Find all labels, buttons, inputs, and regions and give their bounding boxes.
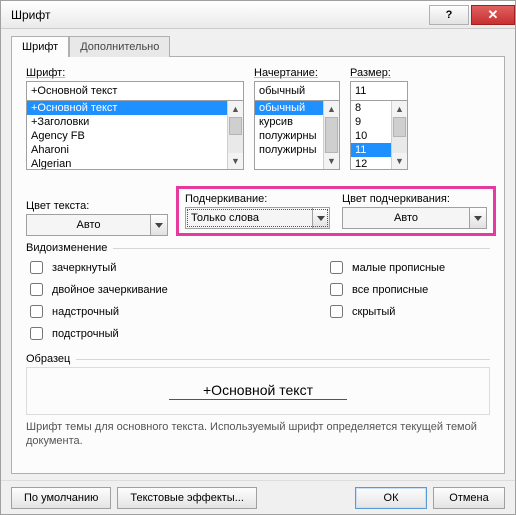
scrollbar[interactable]: ▲ ▼ — [323, 101, 339, 169]
text-color-combo[interactable]: Авто — [26, 214, 168, 236]
size-column: Размер: 8 9 10 11 12 ▲ ▼ — [350, 67, 408, 170]
scrollbar[interactable]: ▲ ▼ — [227, 101, 243, 169]
check-superscript[interactable]: надстрочный — [26, 302, 326, 321]
list-item[interactable]: +Основной текст — [27, 101, 243, 115]
scroll-track[interactable] — [324, 117, 339, 153]
underline-color-value: Авто — [343, 212, 469, 224]
underline-style-value: Только слова — [186, 212, 312, 224]
style-listbox[interactable]: обычный курсив полужирны полужирны ▲ ▼ — [254, 100, 340, 170]
help-button[interactable]: ? — [429, 5, 469, 25]
text-effects-button[interactable]: Текстовые эффекты... — [117, 487, 257, 509]
text-color-value: Авто — [27, 219, 150, 231]
titlebar: Шрифт ? ✕ — [1, 1, 515, 29]
scroll-up-icon[interactable]: ▲ — [324, 101, 339, 117]
effects-checks: зачеркнутый двойное зачеркивание надстро… — [26, 258, 490, 343]
size-listbox[interactable]: 8 9 10 11 12 ▲ ▼ — [350, 100, 408, 170]
size-input[interactable] — [350, 81, 408, 101]
underline-style-label: Подчеркивание: — [185, 193, 330, 205]
set-default-button[interactable]: По умолчанию — [11, 487, 111, 509]
underline-style-combo[interactable]: Только слова — [185, 207, 330, 229]
size-label: Размер: — [350, 67, 408, 79]
style-column: Начертание: обычный курсив полужирны пол… — [254, 67, 340, 170]
check-allcaps[interactable]: все прописные — [326, 280, 445, 299]
cancel-button[interactable]: Отмена — [433, 487, 505, 509]
list-item[interactable]: +Заголовки — [27, 115, 243, 129]
sample-header: Образец — [26, 353, 490, 365]
dropdown-icon[interactable] — [312, 208, 329, 228]
font-column: Шрифт: +Основной текст +Заголовки Agency… — [26, 67, 244, 170]
effects-label: Видоизменение — [26, 242, 107, 254]
check-subscript[interactable]: подстрочный — [26, 324, 326, 343]
dropdown-icon[interactable] — [469, 208, 486, 228]
tab-panel: Шрифт: +Основной текст +Заголовки Agency… — [11, 56, 505, 474]
underline-color-label: Цвет подчеркивания: — [342, 193, 487, 205]
sample-text: +Основной текст — [169, 382, 347, 400]
list-item[interactable]: Aharoni — [27, 143, 243, 157]
check-hidden[interactable]: скрытый — [326, 302, 445, 321]
client-area: Шрифт Дополнительно Шрифт: +Основной тек… — [1, 29, 515, 480]
close-button[interactable]: ✕ — [471, 5, 515, 25]
font-dialog: Шрифт ? ✕ Шрифт Дополнительно Шрифт: +Ос… — [0, 0, 516, 515]
effects-header: Видоизменение — [26, 242, 490, 254]
font-listbox[interactable]: +Основной текст +Заголовки Agency FB Aha… — [26, 100, 244, 170]
divider — [113, 248, 490, 249]
dialog-footer: По умолчанию Текстовые эффекты... ОК Отм… — [1, 480, 515, 514]
scroll-down-icon[interactable]: ▼ — [324, 153, 339, 169]
underline-color-combo[interactable]: Авто — [342, 207, 487, 229]
scroll-thumb[interactable] — [229, 117, 242, 135]
underline-style-column: Подчеркивание: Только слова — [185, 193, 330, 229]
check-double-strike[interactable]: двойное зачеркивание — [26, 280, 326, 299]
check-strike[interactable]: зачеркнутый — [26, 258, 326, 277]
underline-color-column: Цвет подчеркивания: Авто — [342, 193, 487, 229]
list-item[interactable]: Agency FB — [27, 129, 243, 143]
dropdown-icon[interactable] — [150, 215, 167, 235]
style-label: Начертание: — [254, 67, 340, 79]
underline-highlight: Подчеркивание: Только слова Цвет подчерк… — [176, 186, 496, 236]
tab-strip: Шрифт Дополнительно — [11, 35, 505, 56]
font-input[interactable] — [26, 81, 244, 101]
window-title: Шрифт — [11, 8, 429, 22]
ok-button[interactable]: ОК — [355, 487, 427, 509]
text-color-label: Цвет текста: — [26, 200, 168, 212]
list-item[interactable]: Algerian — [27, 157, 243, 170]
divider — [76, 359, 490, 360]
scroll-down-icon[interactable]: ▼ — [228, 153, 243, 169]
scroll-down-icon[interactable]: ▼ — [392, 153, 407, 169]
color-underline-row: Цвет текста: Авто Подчеркивание: Только … — [26, 178, 490, 236]
scroll-thumb[interactable] — [393, 117, 406, 137]
scroll-track[interactable] — [392, 117, 407, 153]
scroll-up-icon[interactable]: ▲ — [392, 101, 407, 117]
sample-label: Образец — [26, 353, 70, 365]
font-style-size-row: Шрифт: +Основной текст +Заголовки Agency… — [26, 67, 490, 170]
footnote-text: Шрифт темы для основного текста. Использ… — [26, 421, 490, 449]
scrollbar[interactable]: ▲ ▼ — [391, 101, 407, 169]
text-color-column: Цвет текста: Авто — [26, 200, 168, 236]
scroll-track[interactable] — [228, 117, 243, 153]
scroll-up-icon[interactable]: ▲ — [228, 101, 243, 117]
font-label: Шрифт: — [26, 67, 244, 79]
style-input[interactable] — [254, 81, 340, 101]
sample-preview: +Основной текст — [26, 367, 490, 415]
tab-advanced[interactable]: Дополнительно — [69, 36, 170, 57]
tab-font[interactable]: Шрифт — [11, 36, 69, 57]
scroll-thumb[interactable] — [325, 117, 338, 153]
check-smallcaps[interactable]: малые прописные — [326, 258, 445, 277]
